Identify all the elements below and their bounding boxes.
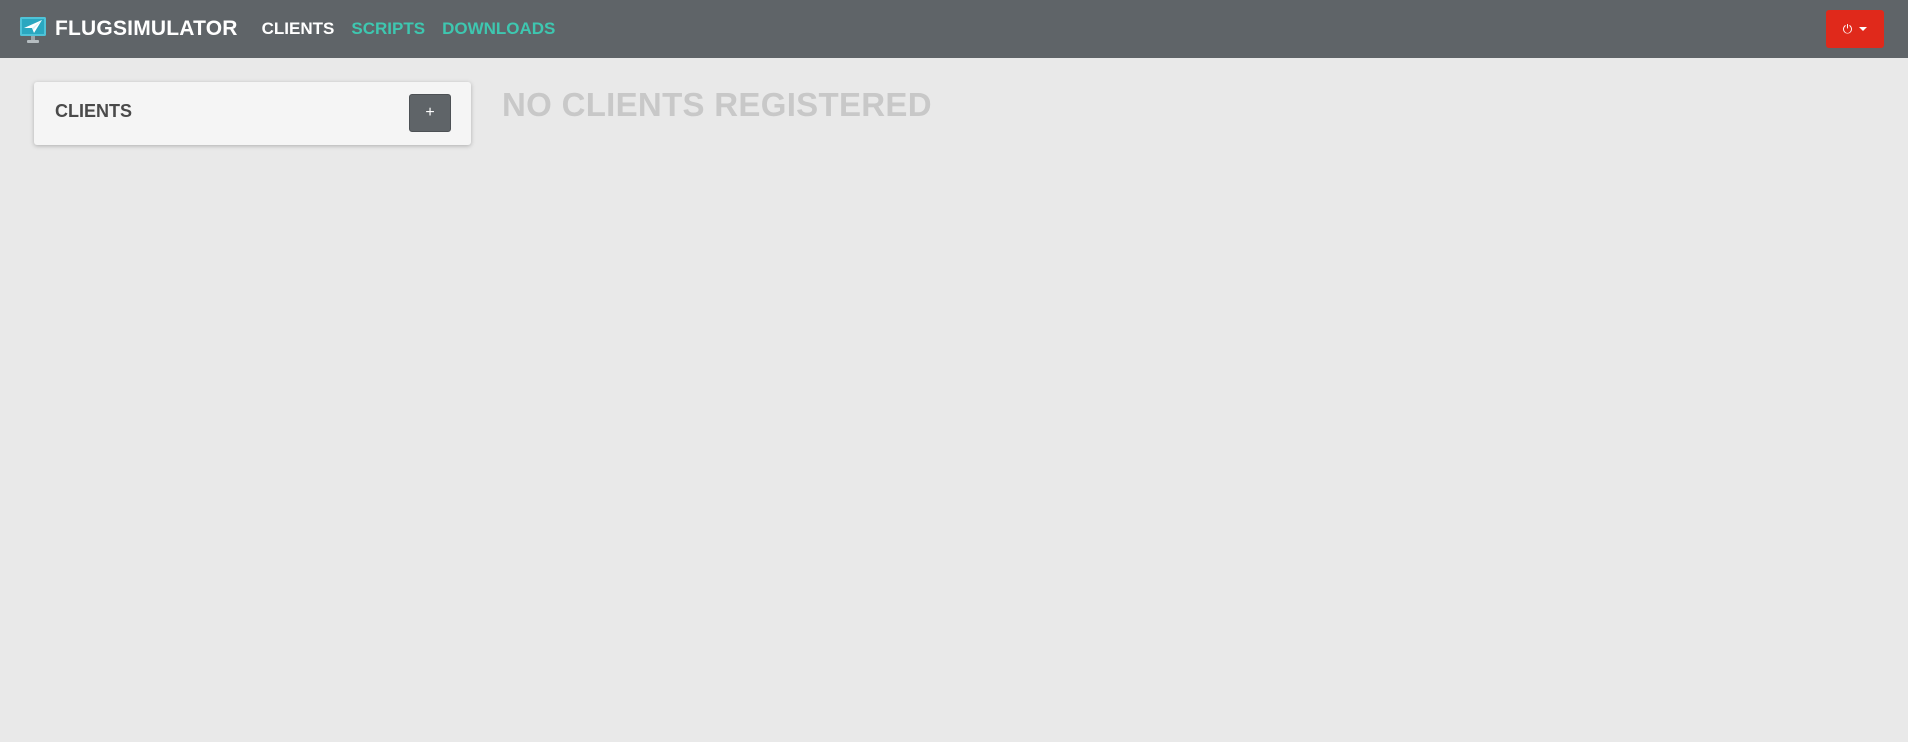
nav-links: CLIENTS SCRIPTS DOWNLOADS	[262, 19, 573, 39]
clients-panel: CLIENTS +	[34, 82, 471, 145]
nav-link-downloads[interactable]: DOWNLOADS	[442, 19, 555, 39]
top-navbar: FLUGSIMULATOR CLIENTS SCRIPTS DOWNLOADS …	[0, 0, 1908, 58]
clients-panel-title: CLIENTS	[55, 101, 133, 121]
paper-plane-monitor-icon	[20, 17, 46, 43]
add-client-button[interactable]: +	[409, 94, 451, 132]
brand-link[interactable]: FLUGSIMULATOR	[19, 0, 238, 58]
empty-state-message: NO CLIENTS REGISTERED	[502, 86, 932, 123]
power-icon: ⏻	[1842, 22, 1853, 36]
brand-title: FLUGSIMULATOR	[55, 17, 238, 40]
nav-link-scripts[interactable]: SCRIPTS	[351, 19, 425, 39]
nav-link-clients[interactable]: CLIENTS	[262, 19, 335, 39]
caret-down-icon	[1859, 27, 1868, 31]
power-dropdown-button[interactable]: ⏻	[1826, 10, 1884, 48]
